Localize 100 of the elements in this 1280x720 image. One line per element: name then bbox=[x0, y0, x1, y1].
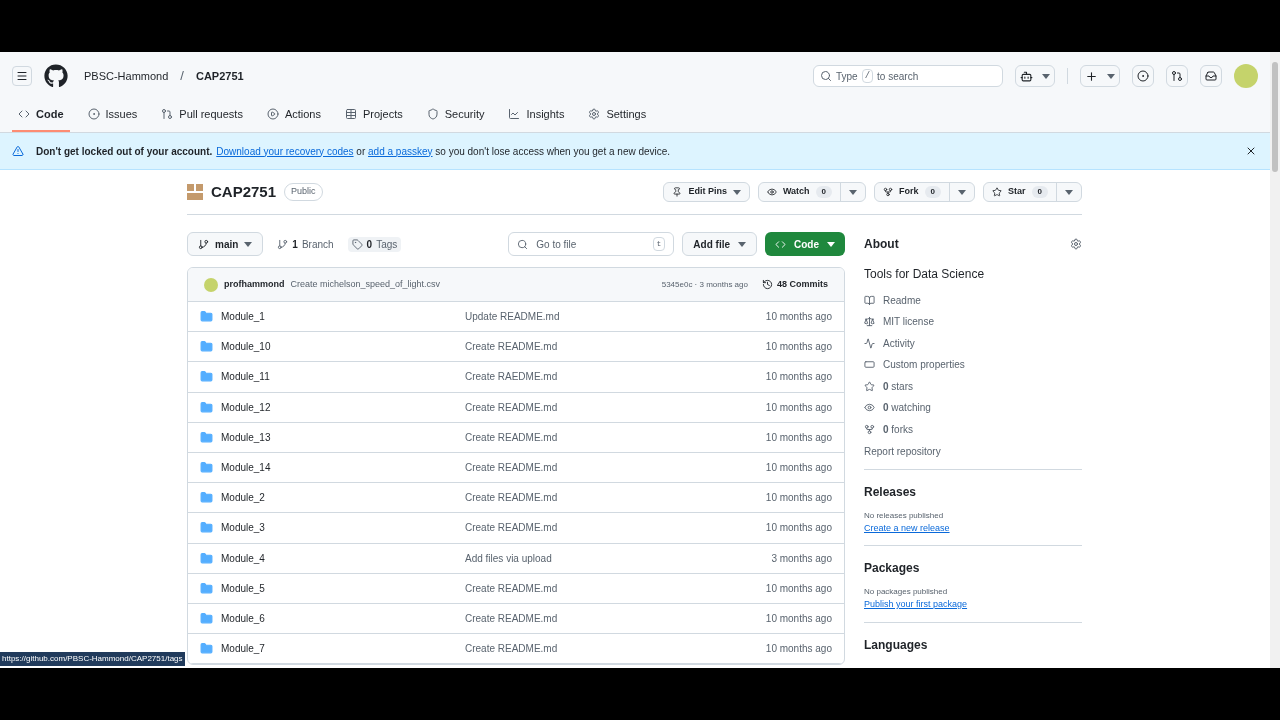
caret-icon bbox=[1065, 189, 1073, 195]
file-name[interactable]: Module_10 bbox=[221, 339, 465, 355]
about-link[interactable]: Custom properties bbox=[864, 357, 1082, 372]
commit-message[interactable]: Create RAEDME.md bbox=[465, 369, 766, 385]
commit-time: 10 months ago bbox=[765, 611, 832, 626]
repo-link[interactable]: CAP2751 bbox=[196, 67, 244, 85]
banner-message: Don't get locked out of your account. Download your recovery codes or add a passkey so you don't lose access when you get a new device. bbox=[36, 144, 672, 159]
go-to-file-field[interactable]: Go to file t bbox=[508, 232, 675, 256]
create-release-link[interactable]: Create a new release bbox=[864, 521, 1082, 535]
search-placeholder: Type bbox=[836, 69, 858, 84]
caret-icon bbox=[1106, 73, 1115, 79]
commit-author[interactable]: profhammond bbox=[224, 277, 285, 292]
empty-note: No releases published bbox=[864, 509, 945, 522]
commit-message[interactable]: Create README.md bbox=[465, 610, 766, 626]
commit-time: 10 months ago bbox=[765, 340, 832, 355]
about-link[interactable]: 0 forks bbox=[864, 422, 1082, 437]
about-link[interactable]: 0 stars bbox=[864, 379, 1082, 394]
commit-message[interactable]: Create README.md bbox=[465, 490, 766, 506]
caret-icon bbox=[827, 241, 835, 247]
about-link[interactable]: 0 watching bbox=[864, 400, 1082, 415]
nav-tab[interactable]: Settings bbox=[582, 100, 653, 132]
report-link[interactable]: Report repository bbox=[864, 443, 1082, 459]
nav-tab[interactable]: Actions bbox=[260, 100, 327, 132]
branches-link[interactable]: 1 Branch bbox=[271, 236, 340, 252]
pull-requests-button[interactable] bbox=[1166, 65, 1188, 87]
banner-link[interactable]: add a passkey bbox=[368, 145, 433, 157]
issues-button[interactable] bbox=[1132, 65, 1154, 87]
license-icon bbox=[864, 316, 875, 328]
about-link[interactable]: Readme bbox=[864, 293, 1082, 308]
commit-message[interactable]: Update README.md bbox=[465, 309, 766, 325]
caret-icon bbox=[849, 189, 858, 195]
banner-link[interactable]: Download your recovery codes bbox=[216, 145, 354, 157]
folder-icon bbox=[200, 642, 213, 656]
commit-message[interactable]: Add files via upload bbox=[465, 550, 772, 566]
file-name[interactable]: Module_1 bbox=[221, 309, 465, 325]
commit-time: 10 months ago bbox=[765, 461, 832, 476]
commit-time: 10 months ago bbox=[765, 581, 832, 596]
commit-message[interactable]: Create README.md bbox=[465, 429, 766, 445]
section-heading: Languages bbox=[864, 636, 929, 654]
section-heading: Packages bbox=[864, 560, 921, 577]
commit-message[interactable]: Create README.md bbox=[465, 580, 766, 596]
about-link[interactable]: MIT license bbox=[864, 314, 1082, 329]
file-name[interactable]: Module_3 bbox=[221, 520, 465, 536]
folder-icon bbox=[200, 430, 213, 444]
settings-icon bbox=[1070, 238, 1082, 250]
empty-note: No packages published bbox=[864, 586, 949, 598]
tag-icon bbox=[351, 238, 363, 250]
file-name[interactable]: Module_7 bbox=[221, 641, 465, 657]
commit-time: 10 months ago bbox=[765, 521, 832, 536]
branch-selector[interactable]: main bbox=[187, 232, 264, 256]
inbox-button[interactable] bbox=[1200, 65, 1222, 87]
nav-tab[interactable]: Insights bbox=[502, 100, 571, 132]
file-name[interactable]: Module_13 bbox=[221, 429, 465, 445]
commit-message[interactable]: Create michelson_speed_of_light.csv bbox=[290, 277, 656, 292]
code-icon bbox=[775, 238, 786, 250]
commit-message[interactable]: Create README.md bbox=[465, 339, 766, 355]
folder-icon bbox=[200, 611, 213, 625]
pulls-icon bbox=[161, 108, 174, 120]
code-button[interactable]: Code bbox=[765, 232, 845, 256]
branch-icon bbox=[198, 238, 209, 250]
commit-time: 10 months ago bbox=[765, 430, 832, 445]
commit-message[interactable]: Create README.md bbox=[465, 460, 766, 476]
commits-link[interactable]: 48 Commits bbox=[761, 277, 828, 292]
search-field[interactable]: Type / to search bbox=[813, 65, 1003, 87]
owner-link[interactable]: PBSC-Hammond bbox=[84, 67, 169, 85]
section-heading: About bbox=[864, 236, 899, 253]
nav-tab[interactable]: Projects bbox=[338, 100, 409, 132]
projects-icon bbox=[344, 108, 357, 120]
file-name[interactable]: Module_4 bbox=[221, 550, 465, 566]
file-name[interactable]: Module_6 bbox=[221, 610, 465, 626]
folder-icon bbox=[200, 551, 213, 565]
file-name[interactable]: Module_12 bbox=[221, 399, 465, 415]
file-name[interactable]: Module_14 bbox=[221, 460, 465, 476]
warning-icon bbox=[12, 145, 24, 157]
commit-time: 3 months ago bbox=[771, 551, 832, 566]
nav-tab[interactable]: Pull requests bbox=[155, 100, 249, 132]
repo-description: Tools for Data Science bbox=[864, 266, 986, 283]
readme-icon bbox=[864, 294, 875, 306]
tags-link[interactable]: 0 Tags bbox=[347, 236, 402, 252]
folder-icon bbox=[200, 581, 213, 595]
commit-message[interactable]: Create README.md bbox=[465, 399, 766, 415]
scrollbar[interactable] bbox=[1270, 52, 1280, 668]
commit-message[interactable]: Create README.md bbox=[465, 641, 766, 657]
menu-button[interactable] bbox=[12, 66, 32, 86]
create-new-button[interactable] bbox=[1080, 65, 1120, 87]
commit-message[interactable]: Create README.md bbox=[465, 520, 766, 536]
file-name[interactable]: Module_5 bbox=[221, 580, 465, 596]
stars-icon bbox=[864, 380, 875, 392]
properties-icon bbox=[864, 359, 875, 371]
copilot-button[interactable] bbox=[1015, 65, 1055, 87]
about-link[interactable]: Activity bbox=[864, 336, 1082, 351]
nav-tab[interactable]: Security bbox=[420, 100, 491, 132]
file-name[interactable]: Module_2 bbox=[221, 490, 465, 506]
github-logo-icon[interactable] bbox=[44, 64, 68, 88]
edit-pins-button[interactable]: Edit Pins bbox=[663, 182, 750, 202]
file-name[interactable]: Module_11 bbox=[221, 369, 465, 385]
add-file-button[interactable]: Add file bbox=[682, 232, 757, 256]
nav-tab[interactable]: Issues bbox=[81, 100, 144, 132]
forks-icon bbox=[864, 423, 875, 435]
publish-package-link[interactable]: Publish your first package bbox=[864, 598, 1082, 612]
